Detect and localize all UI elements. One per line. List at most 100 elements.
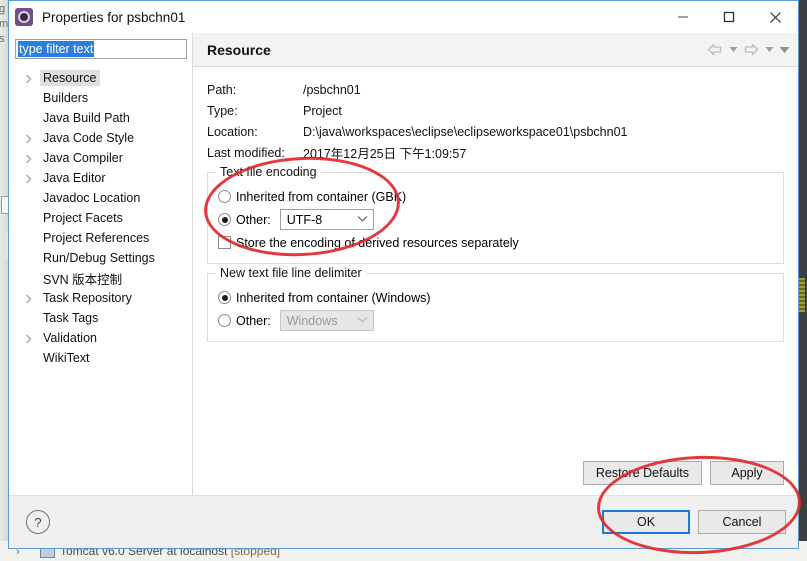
restore-defaults-label: Restore Defaults <box>595 466 689 480</box>
dialog-footer: ? OK Cancel <box>9 495 798 548</box>
chevron-right-icon[interactable] <box>25 293 40 304</box>
sidebar-item-validation[interactable]: Validation <box>15 328 192 348</box>
page-nav-icons <box>706 33 790 66</box>
settings-tree: Resource Builders Java Build Path Java Code… <box>15 68 192 495</box>
chevron-right-icon[interactable] <box>25 173 40 184</box>
info-row: Path: /psbchn01 <box>207 79 784 100</box>
chevron-right-icon[interactable] <box>25 73 40 84</box>
sidebar-item-label: WikiText <box>43 351 90 365</box>
back-arrow-icon[interactable] <box>706 40 724 60</box>
apply-button[interactable]: Apply <box>710 461 784 485</box>
chevron-right-icon[interactable] <box>25 333 40 344</box>
maximize-icon[interactable] <box>706 1 752 33</box>
encoding-combo[interactable]: UTF-8 <box>279 209 374 230</box>
sidebar-item-label: Validation <box>43 331 97 345</box>
sidebar-item-java-build-path[interactable]: Java Build Path <box>15 108 192 128</box>
filter-input[interactable]: type filter text <box>15 39 187 59</box>
sidebar-item-java-editor[interactable]: Java Editor <box>15 168 192 188</box>
sidebar-item-run-debug-settings[interactable]: Run/Debug Settings <box>15 248 192 268</box>
legend-text: New text file line delimiter <box>220 266 362 280</box>
help-glyph: ? <box>34 514 42 530</box>
sidebar-item-svn[interactable]: SVN 版本控制 <box>15 268 192 288</box>
dialog-body: type filter text Resource Builders Java Bu… <box>9 33 798 495</box>
info-value: 2017年12月25日 下午1:09:57 <box>303 147 467 161</box>
cancel-button[interactable]: Cancel <box>698 510 786 534</box>
legend-text: Text file encoding <box>220 165 317 179</box>
sidebar-item-builders[interactable]: Builders <box>15 88 192 108</box>
sidebar-item-java-compiler[interactable]: Java Compiler <box>15 148 192 168</box>
line-delimiter-group: New text file line delimiter Inherited f… <box>207 266 784 342</box>
sidebar-item-label: Project References <box>43 231 150 245</box>
delimiter-combo: Windows <box>279 310 374 331</box>
sidebar-item-label: Task Tags <box>43 311 99 325</box>
properties-dialog: Properties for psbchn01 type filter text… <box>8 0 799 549</box>
ok-button[interactable]: OK <box>602 510 690 534</box>
store-derived-row[interactable]: Store the encoding of derived resources … <box>218 231 773 254</box>
chevron-right-icon[interactable] <box>25 133 40 144</box>
info-value: /psbchn01 <box>303 82 361 97</box>
encoding-inherited-label: Inherited from container (GBK) <box>236 189 407 204</box>
info-value: D:\java\workspaces\eclipse\eclipseworksp… <box>303 124 628 139</box>
window-controls <box>660 1 798 33</box>
resource-page: Resource Path: /psbchn01 Type: Project L… <box>193 33 798 495</box>
back-history-chevron-down-icon[interactable] <box>727 40 739 60</box>
sidebar-item-label: Javadoc Location <box>43 191 141 205</box>
info-key: Location: <box>207 124 258 139</box>
background-left-text: g m s <box>0 3 9 45</box>
dialog-title: Properties for psbchn01 <box>42 9 186 25</box>
encoding-other-row[interactable]: Other: UTF-8 <box>218 208 773 231</box>
sidebar-item-label: SVN 版本控制 <box>43 272 123 287</box>
sidebar-item-label: Builders <box>43 91 89 105</box>
page-action-buttons: Restore Defaults Apply <box>582 461 784 485</box>
sidebar-item-task-repository[interactable]: Task Repository <box>15 288 192 308</box>
sidebar-item-project-facets[interactable]: Project Facets <box>15 208 192 228</box>
chevron-down-icon <box>357 215 368 225</box>
encoding-combo-value: UTF-8 <box>286 212 323 227</box>
info-value: Project <box>303 103 342 118</box>
sidebar-item-label: Java Compiler <box>43 151 123 165</box>
info-row: Location: D:\java\workspaces\eclipse\ecli… <box>207 121 784 142</box>
delimiter-inherited-radio[interactable] <box>218 291 231 304</box>
store-derived-checkbox[interactable] <box>218 236 231 249</box>
settings-tree-panel: type filter text Resource Builders Java Bu… <box>9 33 193 495</box>
sidebar-item-label: Task Repository <box>43 291 132 305</box>
delimiter-other-label: Other: <box>236 313 271 328</box>
info-key: Type: <box>207 103 238 118</box>
page-content: Path: /psbchn01 Type: Project Location: D:\ja… <box>193 67 798 495</box>
minimize-icon[interactable] <box>660 1 706 33</box>
sidebar-item-java-code-style[interactable]: Java Code Style <box>15 128 192 148</box>
encoding-other-radio[interactable] <box>218 213 231 226</box>
view-menu-chevron-down-icon[interactable] <box>778 40 790 60</box>
info-row: Type: Project <box>207 100 784 121</box>
restore-defaults-button[interactable]: Restore Defaults <box>582 461 702 485</box>
sidebar-item-label: Resource <box>40 70 100 86</box>
close-icon[interactable] <box>752 1 798 33</box>
properties-icon <box>15 8 33 26</box>
ok-label: OK <box>636 515 656 529</box>
dialog-titlebar: Properties for psbchn01 <box>9 1 798 33</box>
help-icon[interactable]: ? <box>26 510 50 534</box>
footer-buttons: OK Cancel <box>602 510 786 534</box>
info-key: Last modified: <box>207 145 285 160</box>
sidebar-item-label: Java Build Path <box>43 111 130 125</box>
encoding-other-label: Other: <box>236 212 271 227</box>
encoding-inherited-radio[interactable] <box>218 190 231 203</box>
forward-arrow-icon[interactable] <box>742 40 760 60</box>
sidebar-item-javadoc-location[interactable]: Javadoc Location <box>15 188 192 208</box>
sidebar-item-label: Project Facets <box>43 211 123 225</box>
text-file-encoding-legend: Text file encoding <box>216 165 321 179</box>
sidebar-item-resource[interactable]: Resource <box>15 68 192 88</box>
sidebar-item-label: Run/Debug Settings <box>43 251 155 265</box>
sidebar-item-label: Java Code Style <box>43 131 135 145</box>
sidebar-item-project-references[interactable]: Project References <box>15 228 192 248</box>
delimiter-other-row[interactable]: Other: Windows <box>218 309 773 332</box>
delimiter-inherited-row[interactable]: Inherited from container (Windows) <box>218 286 773 309</box>
sidebar-item-task-tags[interactable]: Task Tags <box>15 308 192 328</box>
sidebar-item-wikitext[interactable]: WikiText <box>15 348 192 368</box>
cancel-label: Cancel <box>722 515 762 529</box>
chevron-right-icon[interactable] <box>25 153 40 164</box>
info-key: Path: <box>207 82 237 97</box>
encoding-inherited-row[interactable]: Inherited from container (GBK) <box>218 185 773 208</box>
delimiter-other-radio[interactable] <box>218 314 231 327</box>
forward-history-chevron-down-icon[interactable] <box>763 40 775 60</box>
